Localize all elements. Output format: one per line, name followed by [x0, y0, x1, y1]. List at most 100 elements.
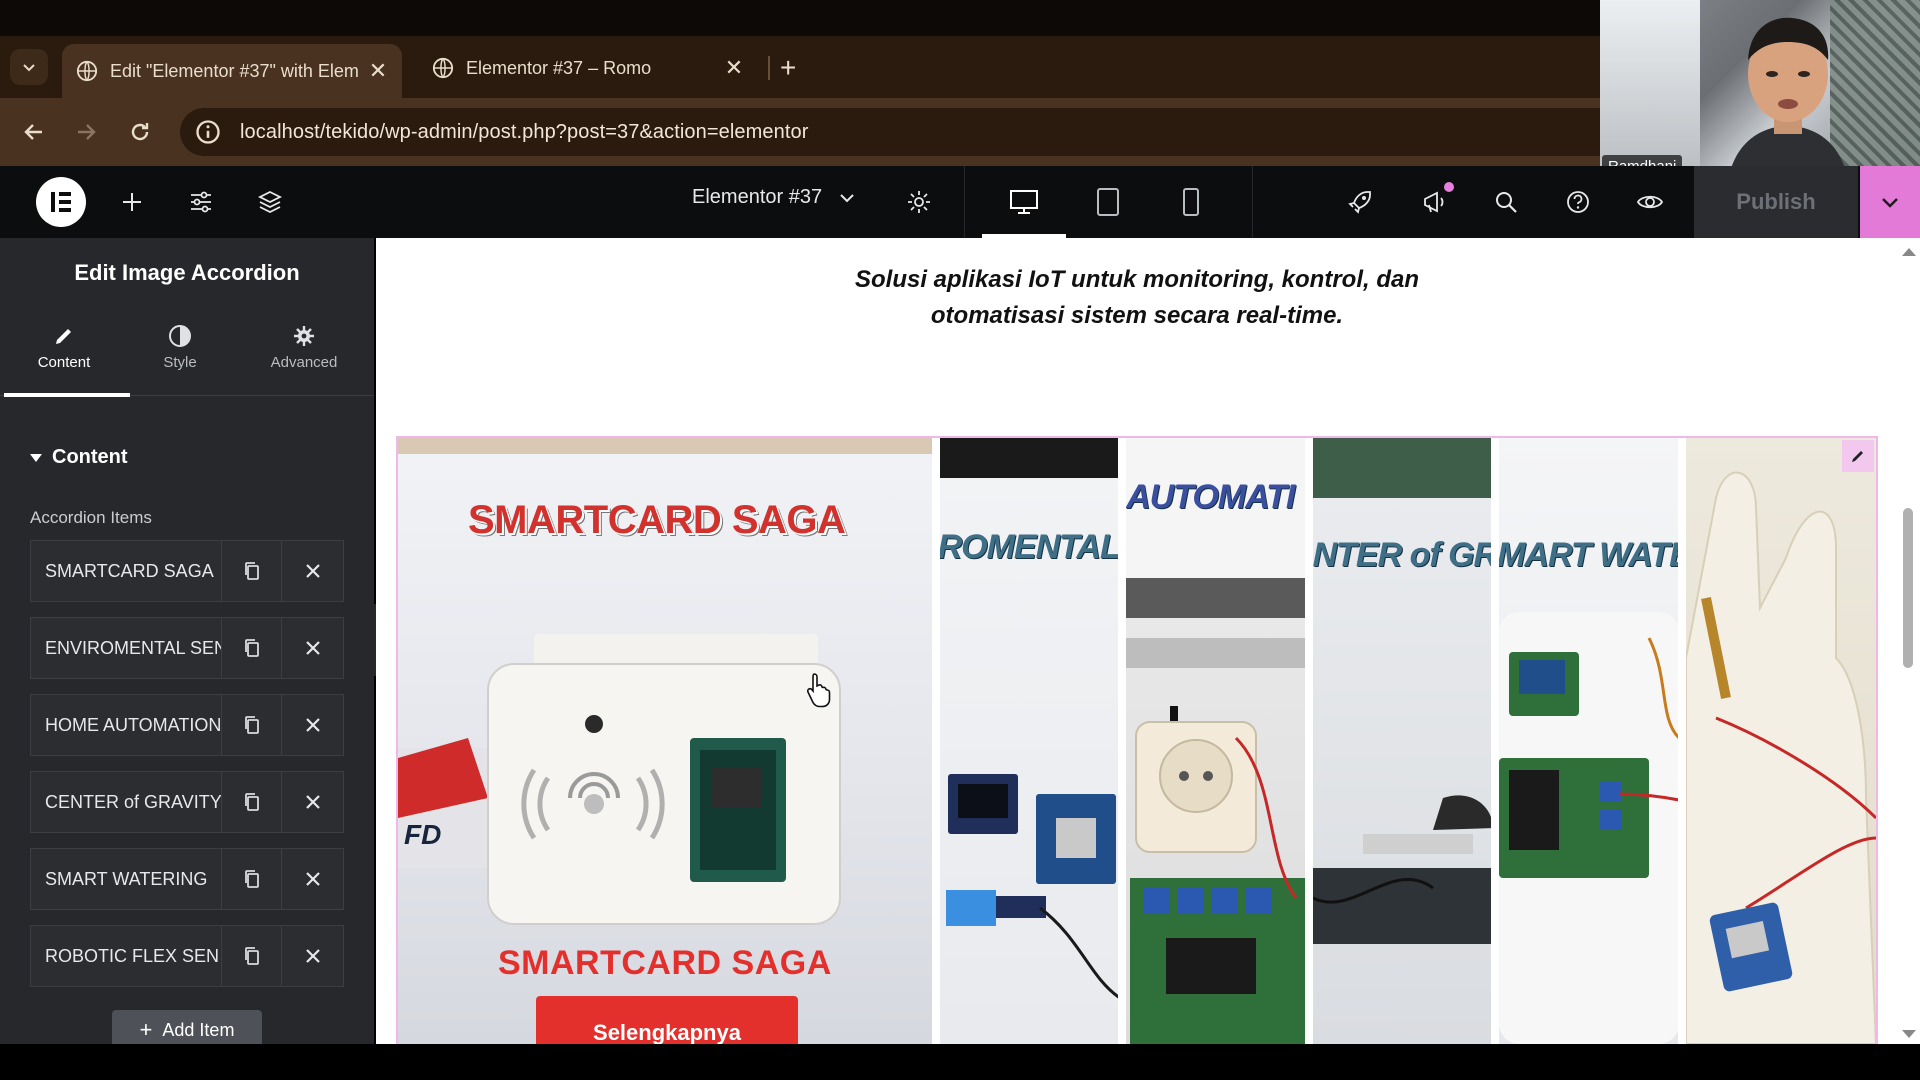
accordion-strip-label: MART WATEI: [1499, 536, 1678, 574]
copy-icon: [244, 793, 259, 811]
whats-new-button[interactable]: [1420, 188, 1448, 216]
remove-item-button[interactable]: [282, 618, 343, 678]
scroll-up-arrow-icon[interactable]: [1902, 248, 1916, 256]
remove-item-button[interactable]: [282, 849, 343, 909]
accordion-active-caption: SMARTCARD SAGA: [498, 944, 832, 982]
url-text: localhost/tekido/wp-admin/post.php?post=…: [240, 120, 809, 143]
accordion-panel-active[interactable]: FD SMARTCARD SAGA SMARTCARD SAGA Selengk…: [398, 438, 932, 1044]
participant-video: [1728, 17, 1848, 180]
accordion-item-title[interactable]: HOME AUTOMATION: [31, 695, 222, 755]
accordion-panel[interactable]: ROMENTAL S: [939, 438, 1119, 1044]
forward-button[interactable]: [70, 116, 102, 148]
search-button[interactable]: [1492, 188, 1520, 216]
publish-button[interactable]: Publish: [1694, 166, 1858, 238]
panel-tabs: Content Style Advanced: [0, 308, 374, 397]
accordion-panel[interactable]: [1685, 438, 1876, 1044]
tab-search-button[interactable]: [10, 49, 48, 85]
back-button[interactable]: [18, 116, 50, 148]
accordion-item[interactable]: ROBOTIC FLEX SEN: [30, 925, 344, 987]
tab-content[interactable]: Content: [4, 308, 130, 397]
chevron-down-icon: [1882, 198, 1898, 208]
tab-style[interactable]: Style: [120, 308, 240, 396]
accordion-strip-label: ROMENTAL S: [939, 528, 1119, 566]
scroll-down-arrow-icon[interactable]: [1902, 1030, 1916, 1038]
contrast-icon: [169, 325, 191, 347]
chevron-down-icon: [23, 64, 35, 72]
remove-item-button[interactable]: [282, 695, 343, 755]
accordion-items-list: SMARTCARD SAGA ENVIROMENTAL SEN HOME AUT…: [30, 540, 344, 1002]
arrow-right-icon: [78, 124, 96, 140]
launch-button[interactable]: [1346, 188, 1374, 216]
center-of-gravity-photo: [1312, 795, 1492, 944]
tab-preview[interactable]: Elementor #37 – Romo ✕: [418, 46, 758, 90]
tab-strip: Edit "Elementor #37" with Elem ✕ Element…: [0, 36, 1600, 98]
gear-icon: [908, 191, 930, 213]
accordion-item-title[interactable]: SMARTCARD SAGA: [31, 541, 222, 601]
layers-icon: [257, 190, 283, 214]
remove-item-button[interactable]: [282, 926, 343, 986]
add-element-button[interactable]: [118, 188, 146, 216]
duplicate-item-button[interactable]: [222, 926, 283, 986]
accordion-item[interactable]: CENTER of GRAVITY: [30, 771, 344, 833]
elementor-logo-button[interactable]: [36, 177, 86, 227]
tab-edit-elementor[interactable]: Edit "Elementor #37" with Elem ✕: [62, 44, 402, 98]
image-accordion[interactable]: FD SMARTCARD SAGA SMARTCARD SAGA Selengk…: [396, 436, 1878, 1044]
accordion-item-title[interactable]: ENVIROMENTAL SEN: [31, 618, 222, 678]
accordion-active-title: SMARTCARD SAGA: [468, 498, 846, 542]
remove-item-button[interactable]: [282, 772, 343, 832]
globe-icon: [432, 57, 454, 79]
elementor-top-bar: Elementor #37 Publish: [0, 166, 1920, 238]
accordion-panel[interactable]: MART WATEI: [1499, 438, 1678, 1044]
add-item-button[interactable]: + Add Item: [112, 1010, 262, 1044]
content-section-toggle[interactable]: Content: [30, 446, 128, 469]
gear-icon: [294, 326, 314, 346]
page-settings-button[interactable]: [905, 188, 933, 216]
notification-dot: [1444, 182, 1454, 192]
tab-advanced[interactable]: Advanced: [244, 308, 364, 396]
help-icon: [1567, 191, 1589, 213]
duplicate-item-button[interactable]: [222, 695, 283, 755]
pencil-icon: [1852, 451, 1863, 462]
reload-button[interactable]: [124, 116, 156, 148]
accordion-item[interactable]: ENVIROMENTAL SEN: [30, 617, 344, 679]
tab-title: Elementor #37 – Romo: [466, 57, 652, 78]
accordion-item[interactable]: SMARTCARD SAGA: [30, 540, 344, 602]
device-desktop-button[interactable]: [1008, 186, 1040, 218]
accordion-panel[interactable]: AUTOMATI: [1126, 438, 1305, 1044]
new-tab-button[interactable]: +: [780, 52, 796, 84]
site-settings-button[interactable]: [187, 188, 215, 216]
help-button[interactable]: [1564, 188, 1592, 216]
close-tab-icon[interactable]: ✕: [724, 55, 744, 81]
site-info-icon[interactable]: [194, 118, 222, 146]
duplicate-item-button[interactable]: [222, 772, 283, 832]
canvas-scrollbar[interactable]: [1898, 238, 1920, 1044]
accordion-item[interactable]: SMART WATERING: [30, 848, 344, 910]
duplicate-item-button[interactable]: [222, 849, 283, 909]
copy-icon: [244, 562, 259, 580]
tab-title: Edit "Elementor #37" with Elem: [110, 60, 359, 81]
structure-button[interactable]: [256, 188, 284, 216]
preview-button[interactable]: [1636, 188, 1664, 216]
accordion-item-title[interactable]: ROBOTIC FLEX SEN: [31, 926, 222, 986]
device-tablet-button[interactable]: [1092, 186, 1124, 218]
accordion-panel[interactable]: NTER of GR: [1312, 438, 1492, 1044]
remove-item-button[interactable]: [282, 541, 343, 601]
publish-options-button[interactable]: [1860, 166, 1920, 238]
accordion-item[interactable]: HOME AUTOMATION: [30, 694, 344, 756]
close-icon: [305, 718, 320, 732]
document-title-button[interactable]: Elementor #37: [692, 186, 856, 209]
duplicate-item-button[interactable]: [222, 541, 283, 601]
duplicate-item-button[interactable]: [222, 618, 283, 678]
editor-panel: Edit Image Accordion Content Style Advan…: [0, 238, 374, 1044]
device-mobile-button[interactable]: [1175, 186, 1207, 218]
address-bar[interactable]: localhost/tekido/wp-admin/post.php?post=…: [180, 108, 1600, 156]
sliders-icon: [191, 191, 211, 213]
close-tab-icon[interactable]: ✕: [368, 58, 388, 84]
accordion-item-title[interactable]: CENTER of GRAVITY: [31, 772, 222, 832]
plus-icon: +: [139, 1017, 153, 1042]
scrollbar-thumb[interactable]: [1903, 508, 1913, 668]
plus-icon: [123, 193, 141, 211]
accordion-cta-button[interactable]: Selengkapnya: [536, 996, 798, 1044]
edit-widget-button[interactable]: [1842, 440, 1874, 472]
accordion-item-title[interactable]: SMART WATERING: [31, 849, 222, 909]
